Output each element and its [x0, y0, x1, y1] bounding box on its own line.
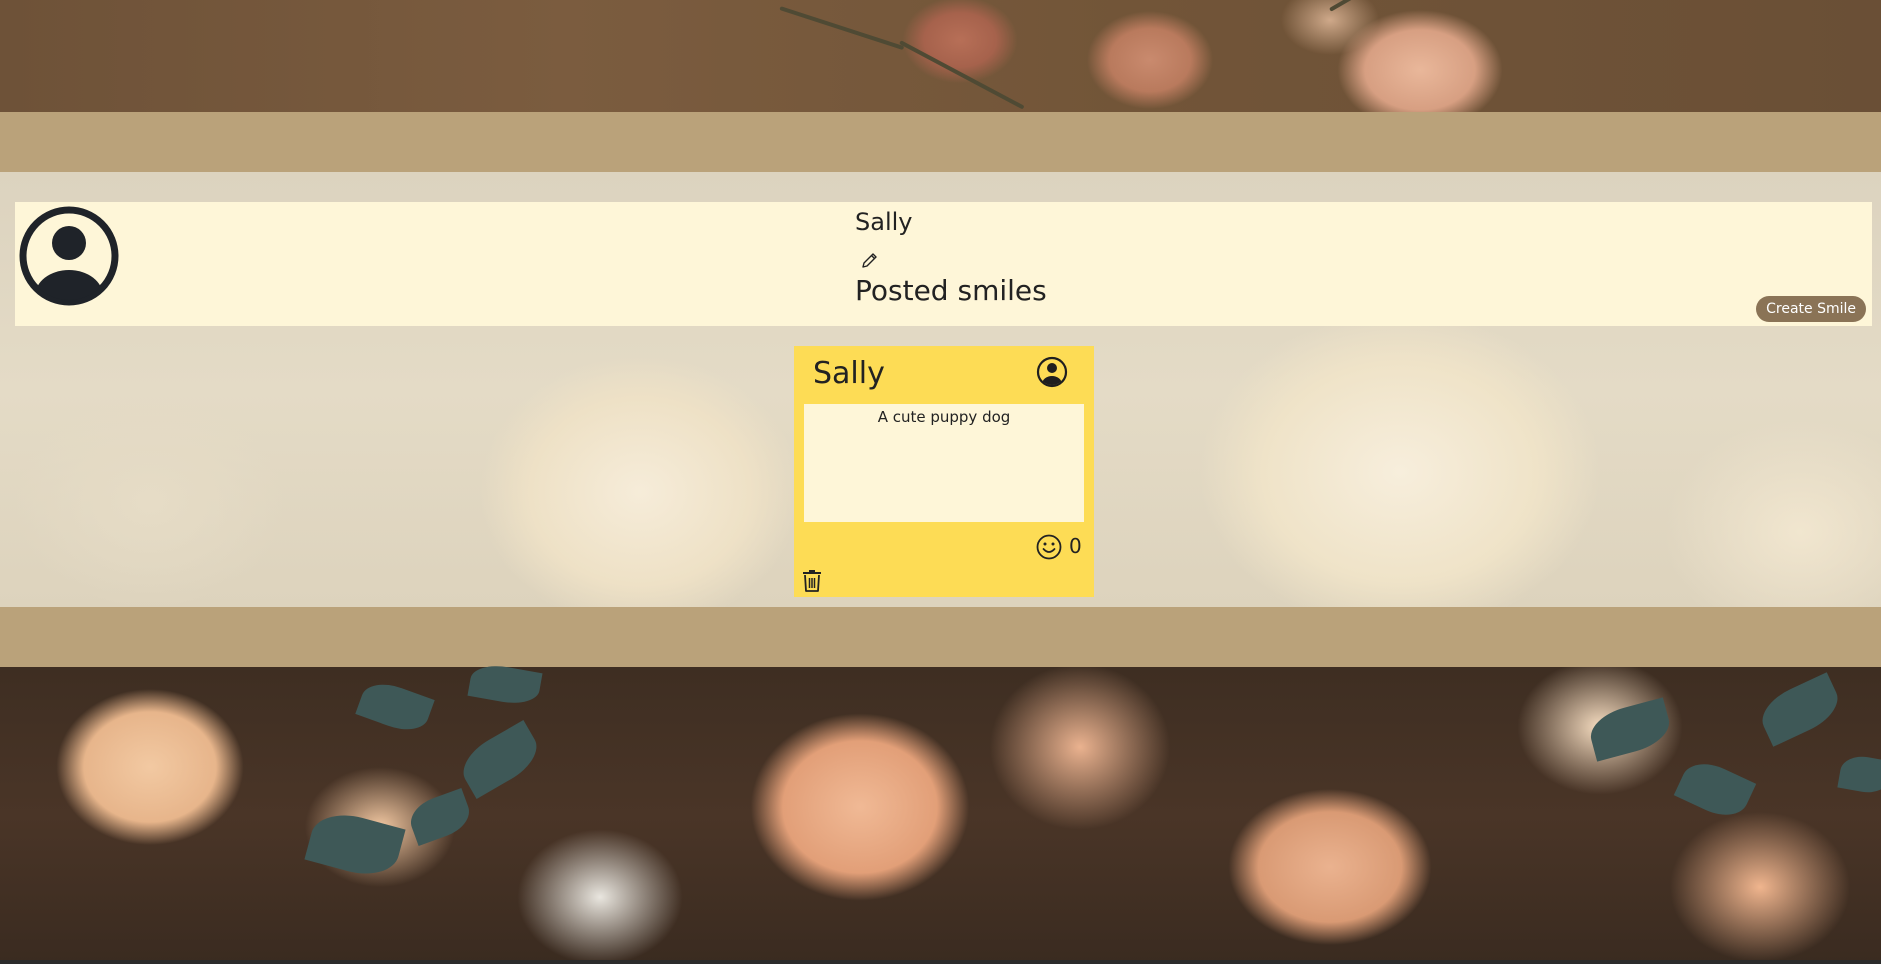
pencil-icon[interactable] [860, 250, 880, 270]
top-divider-bar [0, 112, 1881, 172]
trash-icon[interactable] [801, 569, 823, 593]
footer-floral-banner [0, 661, 1881, 964]
smile-count: 0 [1069, 534, 1082, 558]
user-circle-icon [19, 206, 119, 306]
smile-message: A cute puppy dog [804, 404, 1084, 522]
create-smile-button[interactable]: Create Smile [1756, 296, 1866, 322]
user-circle-icon [1036, 356, 1068, 388]
smile-author: Sally [813, 356, 885, 391]
bottom-divider-bar [0, 607, 1881, 667]
smile-card: Sally A cute puppy dog 0 [794, 346, 1094, 597]
smiley-face-icon[interactable] [1036, 534, 1062, 560]
profile-username: Sally [855, 208, 913, 236]
section-title: Posted smiles [855, 274, 1047, 307]
header-floral-banner [0, 0, 1881, 112]
profile-header: Sally Posted smiles Create Smile [15, 202, 1872, 326]
